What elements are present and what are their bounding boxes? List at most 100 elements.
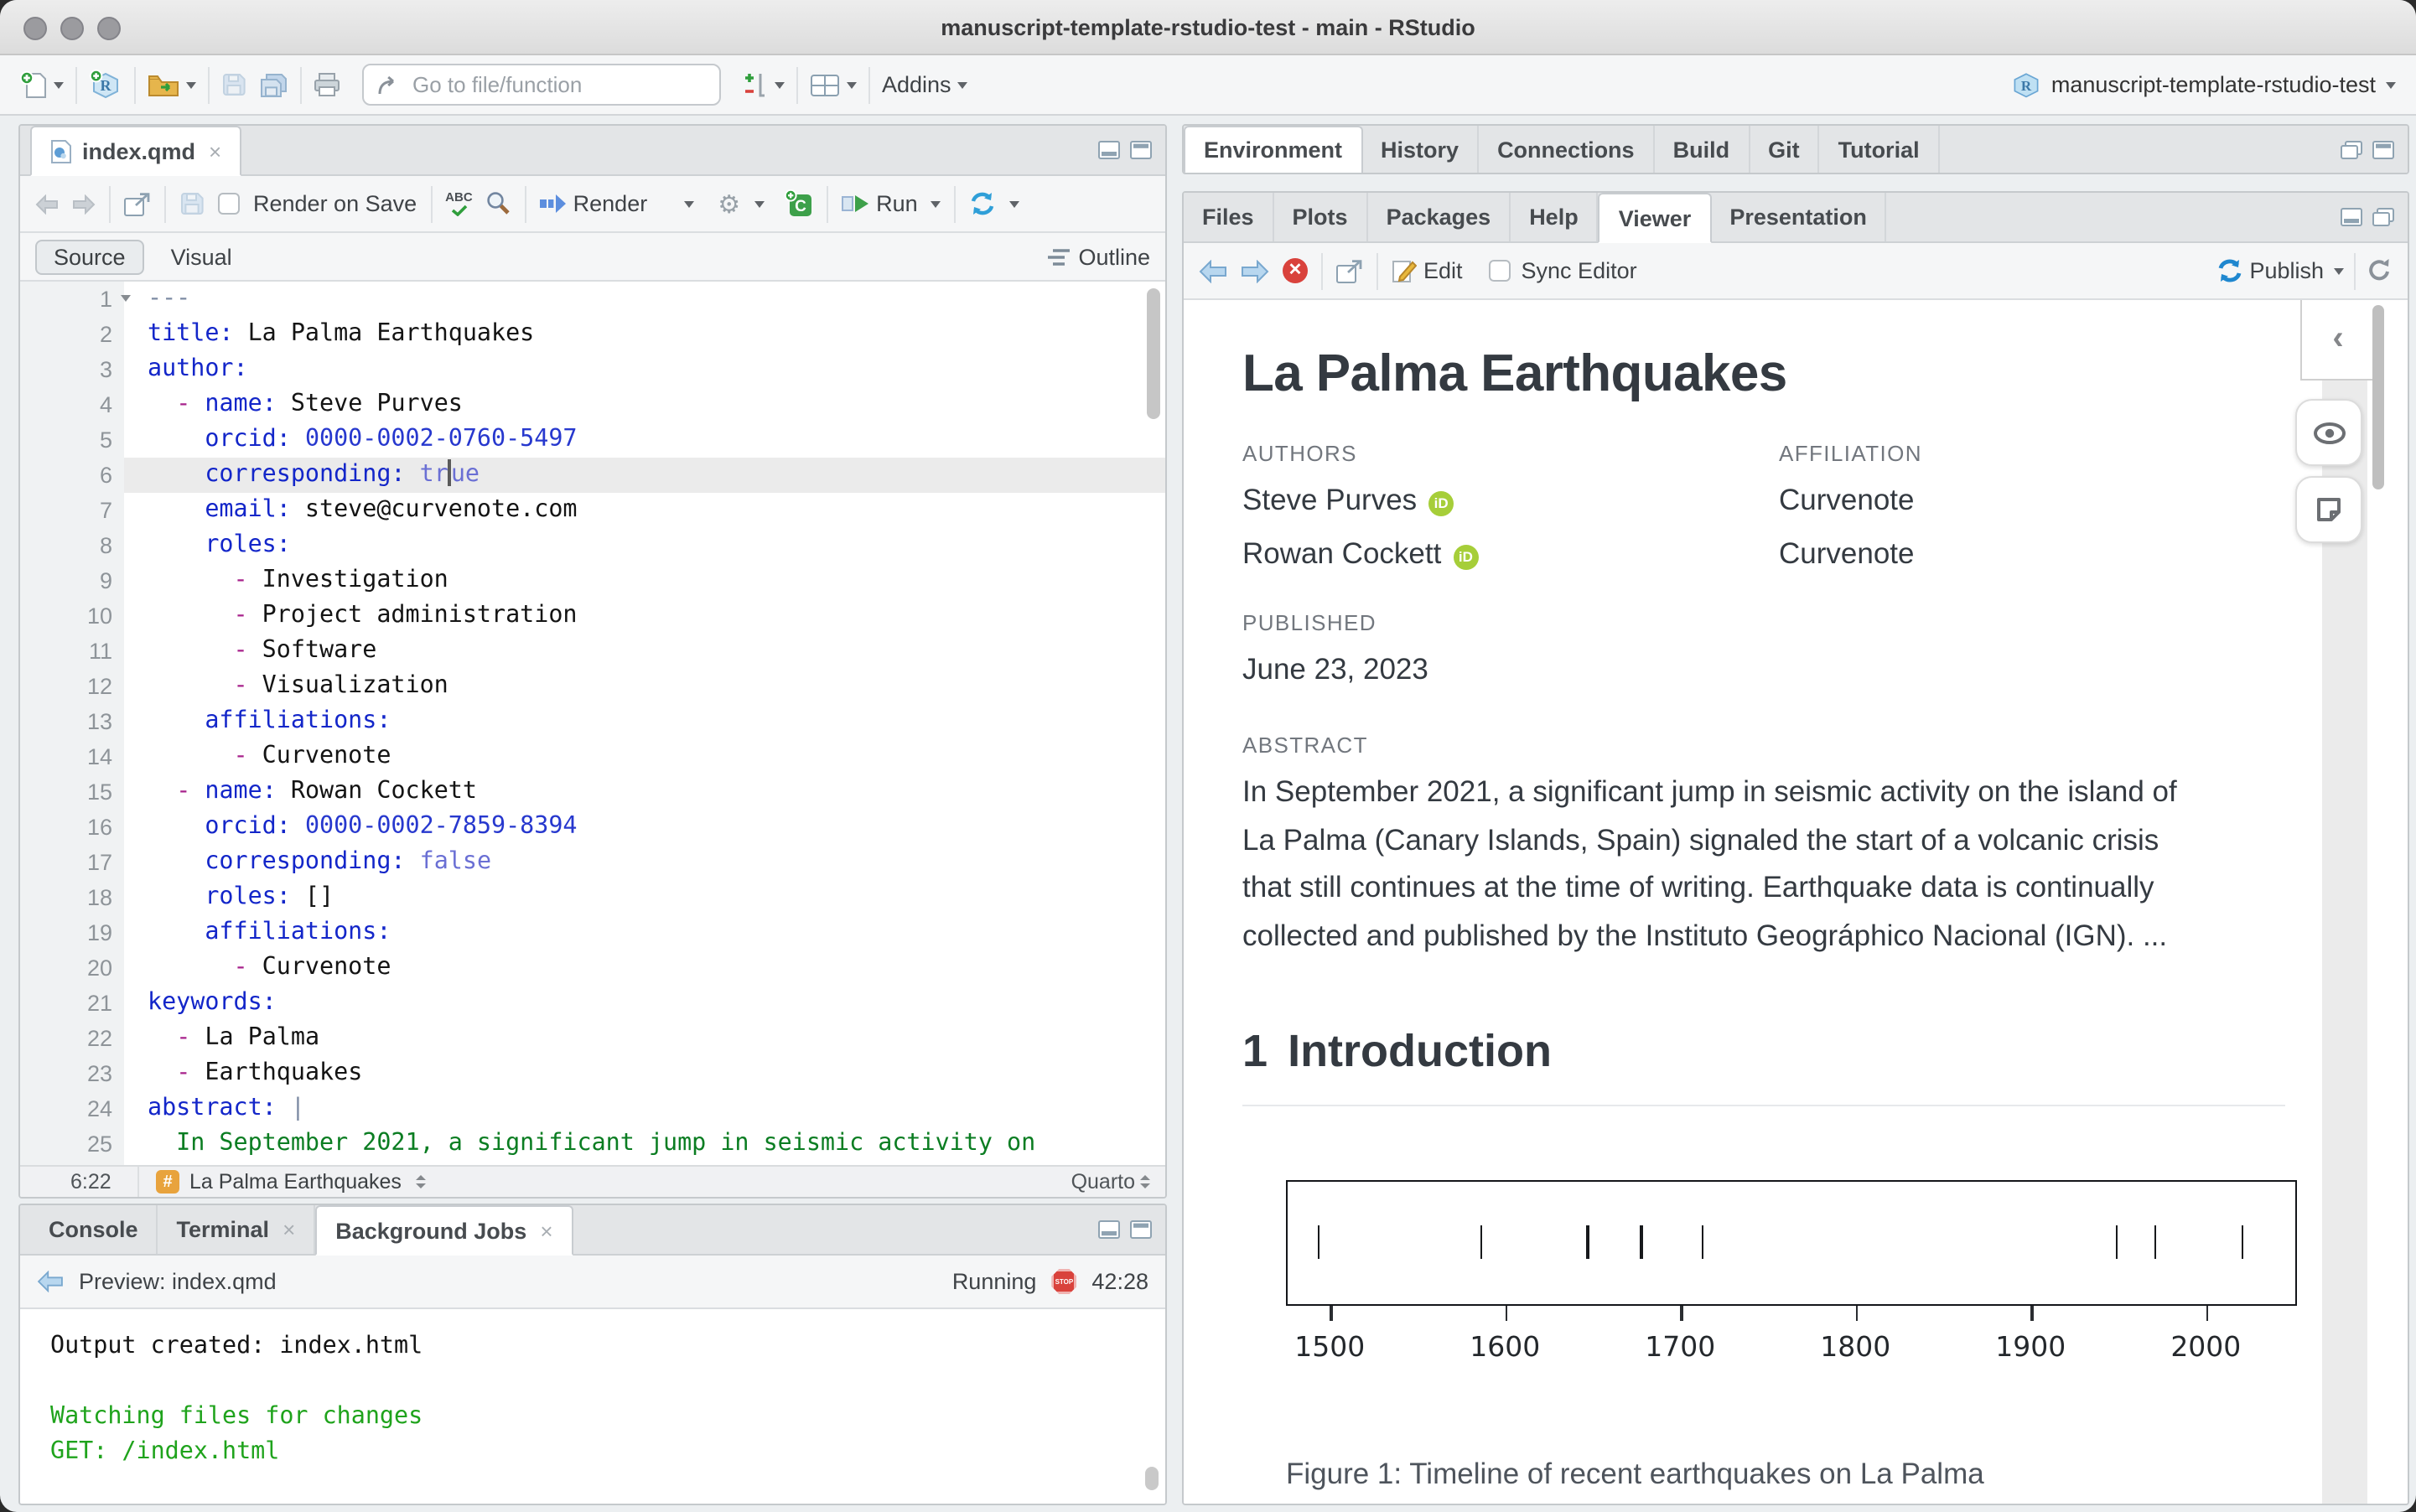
tab-git[interactable]: Git: [1750, 126, 1820, 173]
close-tab-icon[interactable]: ×: [540, 1218, 552, 1243]
code-line[interactable]: 12 - Visualization: [20, 669, 1165, 704]
find-replace-icon[interactable]: [486, 191, 511, 216]
goto-file-function-box[interactable]: [362, 64, 721, 106]
new-project-button[interactable]: R: [89, 69, 122, 101]
back-icon[interactable]: [35, 194, 59, 214]
code-line[interactable]: 26the island of La Palma (Canary Islands…: [20, 1162, 1165, 1165]
insert-chunk-button[interactable]: C: [784, 189, 812, 218]
run-caret-icon[interactable]: [931, 200, 941, 207]
spellcheck-button[interactable]: ABC: [445, 191, 473, 216]
render-on-save-checkbox[interactable]: [218, 193, 240, 215]
section-navigator[interactable]: # La Palma Earthquakes: [137, 1167, 427, 1197]
tab-background-jobs[interactable]: Background Jobs ×: [315, 1205, 573, 1256]
save-document-icon[interactable]: [179, 191, 205, 216]
code-line[interactable]: 2 title: La Palma Earthquakes: [20, 317, 1165, 352]
code-line[interactable]: 15 - name: Rowan Cockett: [20, 774, 1165, 810]
code-line[interactable]: 8 roles:: [20, 528, 1165, 563]
open-in-new-window-icon[interactable]: [124, 192, 151, 215]
tab-build[interactable]: Build: [1655, 126, 1750, 173]
maximize-pane-icon[interactable]: [2372, 140, 2394, 158]
restore-pane-icon[interactable]: [2372, 208, 2394, 226]
code-line[interactable]: 22 - La Palma: [20, 1021, 1165, 1056]
tab-connections[interactable]: Connections: [1479, 126, 1655, 173]
code-line[interactable]: 19 affiliations:: [20, 915, 1165, 950]
code-line[interactable]: 11 - Software: [20, 634, 1165, 669]
source-mode-button[interactable]: Source: [35, 239, 144, 274]
console-output[interactable]: Output created: index.html Watching file…: [20, 1309, 1165, 1504]
minimize-pane-icon[interactable]: [2341, 208, 2362, 226]
tab-plots[interactable]: Plots: [1274, 193, 1368, 241]
edit-button[interactable]: Edit: [1392, 258, 1463, 283]
orcid-icon[interactable]: iD: [1453, 544, 1479, 569]
code-line[interactable]: 14 - Curvenote: [20, 739, 1165, 774]
code-editor[interactable]: 1 --- 2 title: La Palma Earthquakes 3 author:…: [20, 282, 1165, 1165]
sidebar-collapse-button[interactable]: ‹: [2300, 300, 2374, 381]
tab-packages[interactable]: Packages: [1368, 193, 1511, 241]
render-button[interactable]: Render: [539, 191, 647, 216]
save-all-button[interactable]: [258, 71, 288, 98]
forward-icon[interactable]: [72, 194, 96, 214]
render-caret-icon[interactable]: [684, 200, 695, 207]
refresh-icon[interactable]: [2366, 258, 2393, 283]
publish-caret-icon[interactable]: [2334, 267, 2344, 274]
new-file-button[interactable]: [20, 70, 64, 100]
editor-scrollbar-thumb[interactable]: [1147, 288, 1160, 419]
close-tab-icon[interactable]: ×: [283, 1217, 295, 1242]
document-mode-selector[interactable]: Quarto: [1071, 1170, 1150, 1194]
clear-viewer-icon[interactable]: ✕: [1283, 258, 1308, 283]
console-scrollbar-thumb[interactable]: [1145, 1467, 1159, 1490]
code-line[interactable]: 18 roles: []: [20, 880, 1165, 915]
source-rerun-icon[interactable]: [970, 191, 997, 216]
save-button[interactable]: [221, 72, 246, 97]
code-line[interactable]: 21 keywords:: [20, 986, 1165, 1021]
minimize-window-button[interactable]: [60, 17, 84, 40]
zoom-window-button[interactable]: [97, 17, 121, 40]
viewer-back-icon[interactable]: [1199, 259, 1227, 282]
viewer-content[interactable]: La Palma Earthquakes AUTHORS Steve Purve…: [1184, 300, 2408, 1504]
workspace-panes-button[interactable]: [810, 73, 857, 96]
sync-editor-control[interactable]: Sync Editor: [1489, 258, 1637, 283]
tab-tutorial[interactable]: Tutorial: [1820, 126, 1940, 173]
annotation-button[interactable]: [2295, 476, 2362, 543]
code-line[interactable]: 5 orcid: 0000-0002-0760-5497: [20, 422, 1165, 458]
stop-job-icon[interactable]: STOP: [1051, 1269, 1077, 1294]
code-line[interactable]: 7 email: steve@curvenote.com: [20, 493, 1165, 528]
code-line[interactable]: 17 corresponding: false: [20, 845, 1165, 880]
maximize-pane-icon[interactable]: [1130, 1220, 1152, 1239]
viewer-scrollbar-thumb[interactable]: [2372, 305, 2384, 489]
code-line[interactable]: 4 - name: Steve Purves: [20, 387, 1165, 422]
restore-pane-icon[interactable]: [2341, 140, 2362, 158]
tab-files[interactable]: Files: [1184, 193, 1274, 241]
run-button[interactable]: Run: [841, 191, 918, 216]
fold-caret-icon[interactable]: [121, 295, 131, 302]
maximize-pane-icon[interactable]: [1130, 141, 1152, 159]
code-line[interactable]: 1 ---: [20, 282, 1165, 317]
minimize-pane-icon[interactable]: [1098, 1220, 1120, 1239]
outline-button[interactable]: Outline: [1048, 244, 1150, 269]
code-line[interactable]: 6 corresponding: tr ue: [20, 458, 1165, 493]
code-line[interactable]: 9 - Investigation: [20, 563, 1165, 598]
viewer-forward-icon[interactable]: [1241, 259, 1269, 282]
project-menu-button[interactable]: R manuscript-template-rstudio-test: [2013, 70, 2396, 99]
tab-environment[interactable]: Environment: [1184, 126, 1363, 173]
tab-index-qmd[interactable]: index.qmd ×: [30, 126, 242, 176]
code-line[interactable]: 25 In September 2021, a significant jump…: [20, 1126, 1165, 1162]
addins-button[interactable]: Addins: [882, 72, 968, 97]
code-line[interactable]: 16 orcid: 0000-0002-7859-8394: [20, 810, 1165, 845]
goto-file-function-input[interactable]: [409, 70, 706, 99]
settings-caret-icon[interactable]: [754, 200, 765, 207]
publish-button[interactable]: Publish: [2216, 258, 2324, 283]
code-line[interactable]: 10 - Project administration: [20, 598, 1165, 634]
close-window-button[interactable]: [23, 17, 47, 40]
code-line[interactable]: 24 abstract: |: [20, 1091, 1165, 1126]
job-back-icon[interactable]: [37, 1271, 64, 1292]
tab-terminal[interactable]: Terminal ×: [158, 1205, 316, 1254]
code-line[interactable]: 3 author:: [20, 352, 1165, 387]
tab-help[interactable]: Help: [1511, 193, 1599, 241]
close-tab-icon[interactable]: ×: [209, 138, 221, 163]
visual-mode-button[interactable]: Visual: [171, 244, 232, 269]
open-file-button[interactable]: [148, 73, 196, 96]
render-settings-gear-icon[interactable]: ⚙: [718, 189, 740, 219]
print-button[interactable]: [314, 72, 340, 97]
sync-editor-checkbox[interactable]: [1489, 260, 1511, 282]
